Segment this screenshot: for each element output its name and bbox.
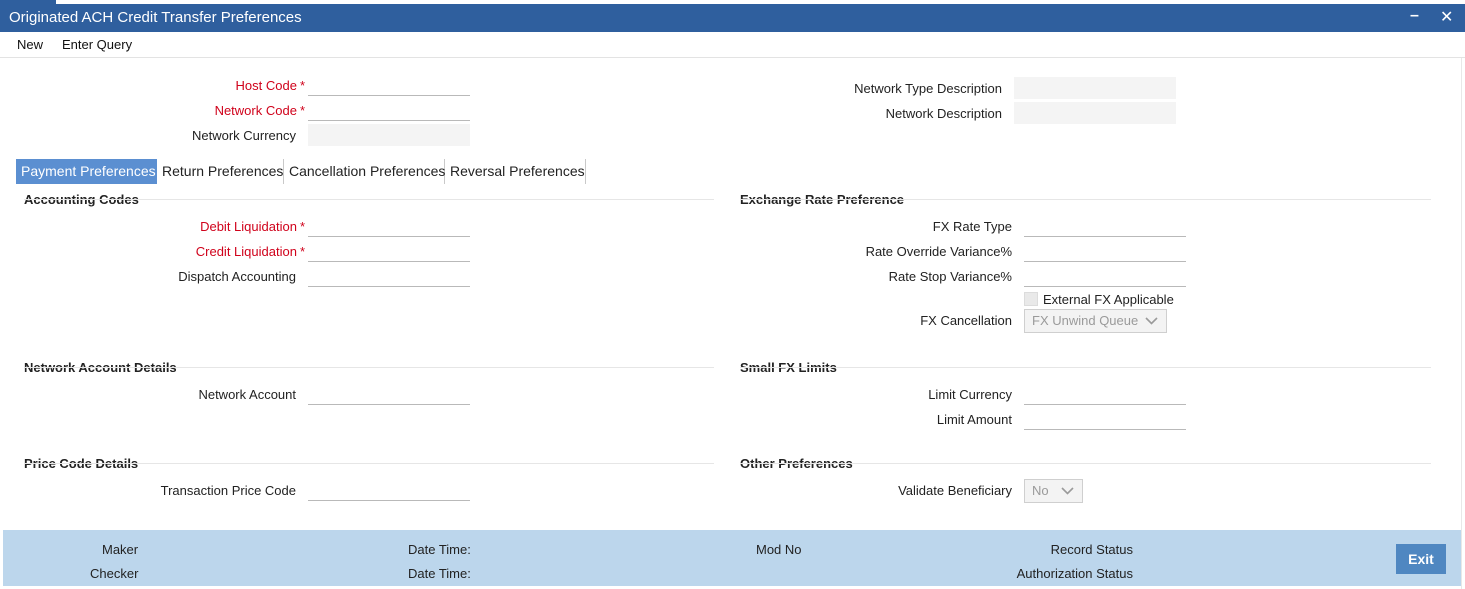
external-fx-applicable-label: External FX Applicable — [1043, 292, 1174, 307]
fx-cancellation-value: FX Unwind Queue — [1032, 313, 1139, 328]
mod-no-label: Mod No — [756, 542, 802, 557]
transaction-price-code-input[interactable] — [308, 479, 470, 501]
credit-liquidation-label: Credit Liquidation * — [195, 244, 305, 259]
menu-bar: New Enter Query — [0, 32, 1465, 58]
menu-enter-query[interactable]: Enter Query — [62, 37, 132, 52]
dispatch-accounting-label: Dispatch Accounting — [178, 269, 296, 284]
network-description-field — [1014, 102, 1176, 124]
rate-stop-variance-input[interactable] — [1024, 265, 1186, 287]
chevron-down-icon — [1061, 480, 1074, 495]
minimize-icon[interactable]: – — [1410, 7, 1419, 25]
network-account-label: Network Account — [198, 387, 296, 402]
fx-rate-type-label: FX Rate Type — [932, 219, 1012, 234]
window-right-edge — [1461, 58, 1465, 589]
debit-liquidation-input[interactable] — [308, 215, 470, 237]
menu-new[interactable]: New — [17, 37, 43, 52]
network-account-divider — [24, 367, 714, 368]
maker-label: Maker — [102, 542, 139, 557]
tab-reversal-preferences[interactable]: Reversal Preferences — [445, 159, 586, 184]
network-account-input[interactable] — [308, 383, 470, 405]
host-code-label: Host Code * — [235, 78, 305, 93]
window-title: Originated ACH Credit Transfer Preferenc… — [9, 9, 302, 26]
fx-cancellation-label: FX Cancellation — [920, 313, 1012, 328]
tab-payment-preferences[interactable]: Payment Preferences — [16, 159, 157, 184]
audit-footer: Maker Checker Date Time: Date Time: Mod … — [3, 530, 1461, 586]
accounting-codes-divider — [24, 199, 714, 200]
exchange-rate-divider — [740, 199, 1431, 200]
price-code-divider — [24, 463, 714, 464]
limit-currency-input[interactable] — [1024, 383, 1186, 405]
network-type-description-field — [1014, 77, 1176, 99]
fx-cancellation-select[interactable]: FX Unwind Queue — [1024, 309, 1167, 333]
external-fx-applicable-checkbox[interactable] — [1024, 292, 1038, 306]
limit-amount-input[interactable] — [1024, 408, 1186, 430]
host-code-input[interactable] — [308, 74, 470, 96]
network-code-input[interactable] — [308, 99, 470, 121]
tab-cancellation-preferences[interactable]: Cancellation Preferences — [284, 159, 445, 184]
rate-override-variance-input[interactable] — [1024, 240, 1186, 262]
rate-override-variance-label: Rate Override Variance% — [865, 244, 1012, 259]
maker-date-time-label: Date Time: — [408, 542, 471, 557]
dispatch-accounting-input[interactable] — [308, 265, 470, 287]
checker-label: Checker — [90, 566, 139, 581]
network-currency-field — [308, 124, 470, 146]
validate-beneficiary-value: No — [1032, 483, 1049, 498]
network-type-description-label: Network Type Description — [854, 81, 1002, 96]
other-preferences-divider — [740, 463, 1431, 464]
rate-stop-variance-label: Rate Stop Variance% — [888, 269, 1012, 284]
limit-currency-label: Limit Currency — [928, 387, 1012, 402]
transaction-price-code-label: Transaction Price Code — [160, 483, 296, 498]
credit-liquidation-input[interactable] — [308, 240, 470, 262]
authorization-status-label: Authorization Status — [1016, 566, 1133, 581]
checker-date-time-label: Date Time: — [408, 566, 471, 581]
chevron-down-icon — [1145, 310, 1158, 325]
debit-liquidation-label: Debit Liquidation * — [200, 219, 305, 234]
close-icon[interactable]: ✕ — [1440, 7, 1453, 27]
tab-return-preferences[interactable]: Return Preferences — [157, 159, 284, 184]
small-fx-divider — [740, 367, 1431, 368]
validate-beneficiary-label: Validate Beneficiary — [898, 483, 1012, 498]
limit-amount-label: Limit Amount — [936, 412, 1012, 427]
network-description-label: Network Description — [885, 106, 1002, 121]
fx-rate-type-input[interactable] — [1024, 215, 1186, 237]
network-currency-label: Network Currency — [191, 128, 296, 143]
validate-beneficiary-select[interactable]: No — [1024, 479, 1083, 503]
window-title-bar: Originated ACH Credit Transfer Preferenc… — [0, 4, 1465, 32]
record-status-label: Record Status — [1050, 542, 1133, 557]
exit-button[interactable]: Exit — [1396, 544, 1446, 574]
network-code-label: Network Code * — [214, 103, 305, 118]
